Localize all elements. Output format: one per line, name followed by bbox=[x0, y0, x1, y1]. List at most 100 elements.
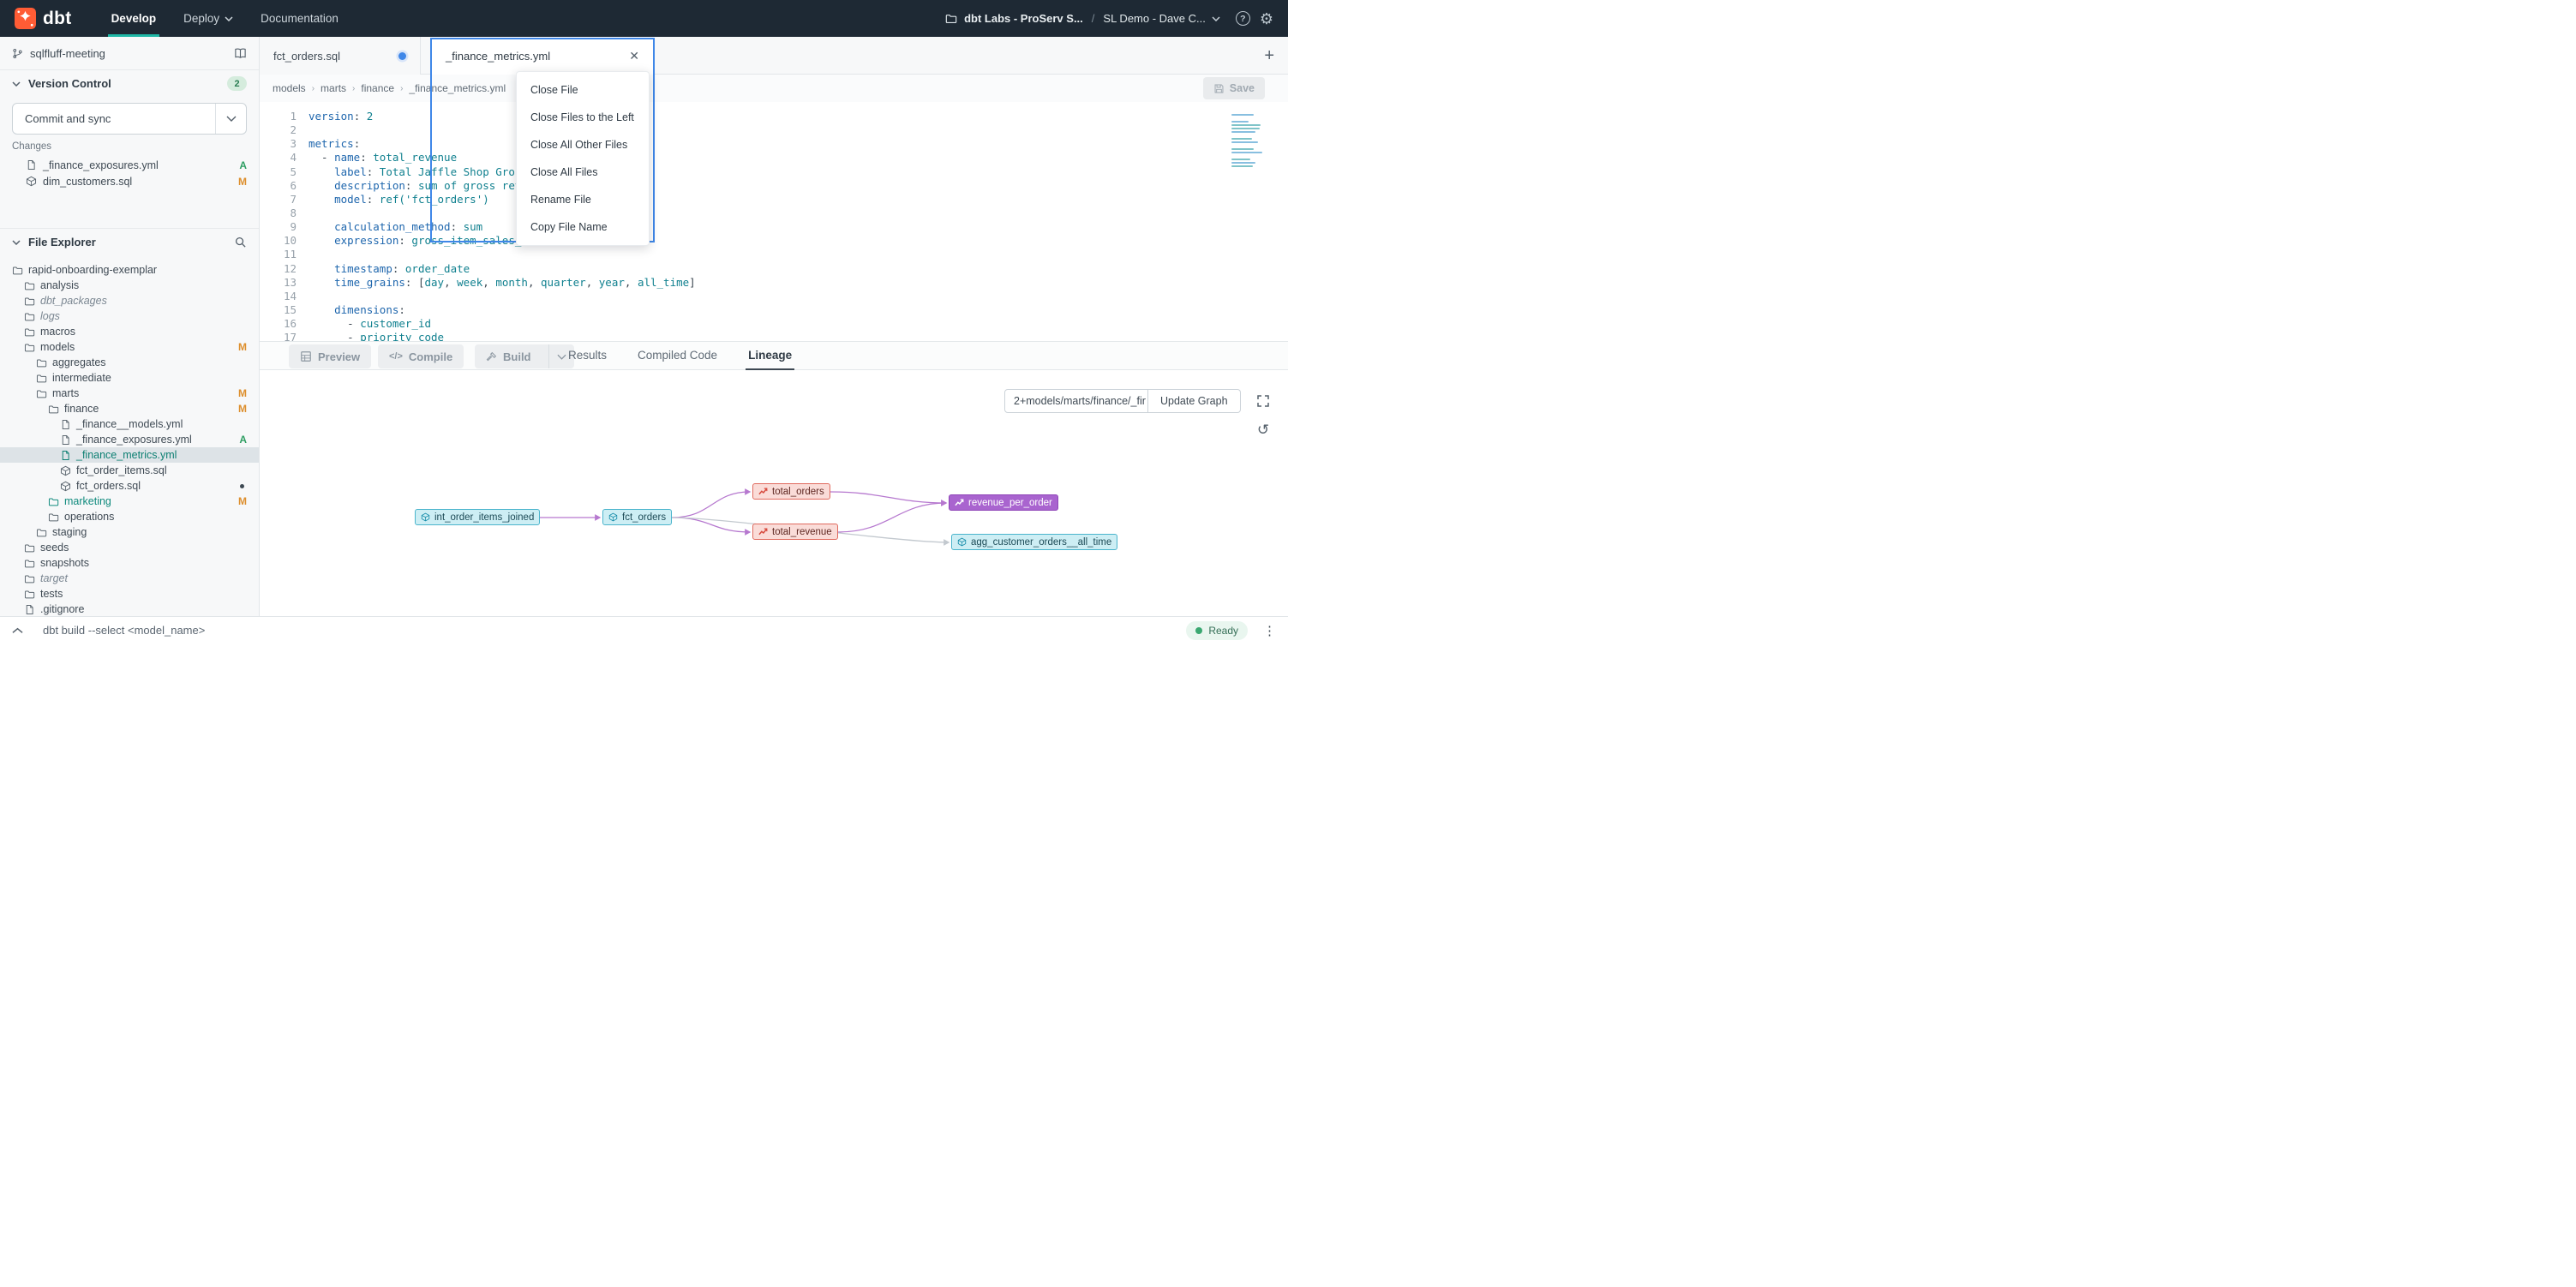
code-line[interactable]: 11 bbox=[260, 248, 1288, 261]
context-menu-item-close-all-other-files[interactable]: Close All Other Files bbox=[517, 131, 649, 159]
book-icon[interactable] bbox=[234, 47, 247, 60]
file-tree-item-snapshots[interactable]: snapshots bbox=[0, 555, 259, 571]
file-tree-item-finance-metrics-yml[interactable]: _finance_metrics.yml bbox=[0, 447, 259, 463]
reset-view-icon[interactable]: ↺ bbox=[1253, 420, 1273, 440]
breadcrumb-item[interactable]: finance bbox=[361, 82, 394, 94]
tab-fct-orders-sql[interactable]: fct_orders.sql bbox=[260, 37, 421, 75]
breadcrumb-item[interactable]: models bbox=[273, 82, 306, 94]
code-line[interactable]: 4 - name: total_revenue bbox=[260, 151, 1288, 165]
nav-item-documentation[interactable]: Documentation bbox=[247, 0, 352, 37]
lineage-node-agg-customer-orders-all-time[interactable]: agg_customer_orders__all_time bbox=[951, 534, 1117, 550]
file-tree-item-target[interactable]: target bbox=[0, 571, 259, 586]
code-line[interactable]: 13 time_grains: [day, week, month, quart… bbox=[260, 276, 1288, 290]
code-line[interactable]: 7 model: ref('fct_orders') bbox=[260, 193, 1288, 207]
commit-options-chevron[interactable] bbox=[215, 104, 246, 134]
code-line[interactable]: 3metrics: bbox=[260, 137, 1288, 151]
context-menu-item-close-file[interactable]: Close File bbox=[517, 76, 649, 104]
lineage-node-fct-orders[interactable]: fct_orders bbox=[602, 509, 672, 525]
file-tree-item-finance[interactable]: financeM bbox=[0, 401, 259, 416]
tab-finance-metrics-yml[interactable]: _finance_metrics.yml ✕ bbox=[430, 37, 655, 75]
preview-button[interactable]: Preview bbox=[289, 344, 371, 368]
chevron-up-icon[interactable] bbox=[12, 627, 23, 634]
git-status-M: M bbox=[238, 495, 247, 507]
code-line[interactable]: 14 bbox=[260, 290, 1288, 303]
editor-minimap[interactable] bbox=[1231, 114, 1266, 167]
lineage-node-revenue-per-order[interactable]: revenue_per_order bbox=[949, 494, 1058, 511]
context-menu-item-close-all-files[interactable]: Close All Files bbox=[517, 159, 649, 186]
project-selector[interactable]: SL Demo - Dave C... bbox=[1103, 12, 1219, 25]
breadcrumb-item[interactable]: marts bbox=[321, 82, 346, 94]
context-menu-item-close-files-to-the-left[interactable]: Close Files to the Left bbox=[517, 104, 649, 131]
search-icon[interactable] bbox=[234, 236, 247, 248]
file-tree-item-marketing[interactable]: marketingM bbox=[0, 494, 259, 509]
gear-icon[interactable]: ⚙ bbox=[1260, 11, 1273, 27]
file-tree-item-gitignore[interactable]: .gitignore bbox=[0, 602, 259, 616]
code-line[interactable]: 9 calculation_method: sum bbox=[260, 220, 1288, 234]
file-tree-item-dbt-packages[interactable]: dbt_packages bbox=[0, 293, 259, 308]
file-tree-item-fct-orders-sql[interactable]: fct_orders.sql bbox=[0, 478, 259, 494]
code-line[interactable]: 2 bbox=[260, 123, 1288, 137]
results-tabs: Results Compiled Code Lineage bbox=[566, 342, 794, 370]
file-tree-item-finance-models-yml[interactable]: _finance__models.yml bbox=[0, 416, 259, 432]
code-line[interactable]: 12 timestamp: order_date bbox=[260, 262, 1288, 276]
file-tree-item-rapid-onboarding-exemplar[interactable]: rapid-onboarding-exemplar bbox=[0, 262, 259, 278]
tab-compiled-code[interactable]: Compiled Code bbox=[635, 342, 720, 370]
code-line[interactable]: 15 dimensions: bbox=[260, 303, 1288, 317]
build-button[interactable]: Build bbox=[475, 344, 574, 368]
code-line[interactable]: 16 - customer_id bbox=[260, 317, 1288, 331]
command-input[interactable]: dbt build --select <model_name> bbox=[43, 624, 205, 637]
file-explorer-header[interactable]: File Explorer bbox=[0, 228, 259, 255]
code-line[interactable]: 5 label: Total Jaffle Shop Gross Re bbox=[260, 165, 1288, 179]
kebab-menu-icon[interactable]: ⋮ bbox=[1263, 623, 1276, 638]
tab-results[interactable]: Results bbox=[566, 342, 609, 370]
file-tree-item-seeds[interactable]: seeds bbox=[0, 540, 259, 555]
save-button[interactable]: Save bbox=[1203, 77, 1265, 99]
lineage-node-total-revenue[interactable]: total_revenue bbox=[752, 524, 838, 540]
help-icon[interactable]: ? bbox=[1236, 11, 1250, 26]
file-tree-item-finance-exposures-yml[interactable]: _finance_exposures.ymlA bbox=[0, 432, 259, 447]
update-graph-button[interactable]: Update Graph bbox=[1148, 389, 1241, 413]
nav-item-deploy[interactable]: Deploy bbox=[170, 0, 247, 37]
close-icon[interactable]: ✕ bbox=[629, 49, 639, 63]
file-name: tests bbox=[40, 588, 63, 600]
version-control-header[interactable]: Version Control 2 bbox=[0, 69, 259, 97]
fullscreen-icon[interactable] bbox=[1253, 391, 1273, 411]
file-tree-item-staging[interactable]: staging bbox=[0, 524, 259, 540]
code-line[interactable]: 17 - priority_code bbox=[260, 331, 1288, 341]
code-line[interactable]: 10 expression: gross_item_sales_amount bbox=[260, 234, 1288, 248]
code-line[interactable]: 1version: 2 bbox=[260, 110, 1288, 123]
code-line[interactable]: 8 bbox=[260, 207, 1288, 220]
new-tab-button[interactable]: + bbox=[1264, 37, 1274, 75]
file-name: seeds bbox=[40, 542, 69, 554]
file-tree-item-macros[interactable]: macros bbox=[0, 324, 259, 339]
tab-lineage[interactable]: Lineage bbox=[746, 342, 794, 370]
line-number: 7 bbox=[260, 193, 297, 207]
code-editor[interactable]: 1version: 223metrics:4 - name: total_rev… bbox=[260, 102, 1288, 341]
minimap-line bbox=[1231, 162, 1255, 164]
file-tree-item-tests[interactable]: tests bbox=[0, 586, 259, 602]
git-branch-row[interactable]: sqlfluff-meeting bbox=[0, 37, 259, 69]
context-menu-item-rename-file[interactable]: Rename File bbox=[517, 186, 649, 213]
file-tree-item-analysis[interactable]: analysis bbox=[0, 278, 259, 293]
change-item-dim-customers-sql[interactable]: dim_customers.sqlM bbox=[0, 173, 259, 189]
change-item-finance-exposures-yml[interactable]: _finance_exposures.ymlA bbox=[0, 157, 259, 173]
account-name[interactable]: dbt Labs - ProServ S... bbox=[964, 12, 1083, 25]
compile-button[interactable]: </> Compile bbox=[378, 344, 464, 368]
file-tree-item-fct-order-items-sql[interactable]: fct_order_items.sql bbox=[0, 463, 259, 478]
file-tree-item-aggregates[interactable]: aggregates bbox=[0, 355, 259, 370]
lineage-selector-input[interactable]: 2+models/marts/finance/_fir bbox=[1004, 389, 1148, 413]
file-tree-item-operations[interactable]: operations bbox=[0, 509, 259, 524]
breadcrumb-item[interactable]: _finance_metrics.yml bbox=[409, 82, 506, 94]
code-line[interactable]: 6 description: sum of gross revenue bbox=[260, 179, 1288, 193]
lineage-node-int-order-items-joined[interactable]: int_order_items_joined bbox=[415, 509, 540, 525]
context-menu-item-copy-file-name[interactable]: Copy File Name bbox=[517, 213, 649, 241]
commit-and-sync-button[interactable]: Commit and sync bbox=[12, 103, 247, 135]
file-tree-item-marts[interactable]: martsM bbox=[0, 386, 259, 401]
file-tree-item-intermediate[interactable]: intermediate bbox=[0, 370, 259, 386]
nav-item-develop[interactable]: Develop bbox=[98, 0, 171, 37]
dbt-logo[interactable]: dbt bbox=[15, 8, 72, 29]
file-icon bbox=[60, 419, 71, 430]
lineage-node-total-orders[interactable]: total_orders bbox=[752, 483, 830, 500]
file-tree-item-models[interactable]: modelsM bbox=[0, 339, 259, 355]
file-tree-item-logs[interactable]: logs bbox=[0, 308, 259, 324]
